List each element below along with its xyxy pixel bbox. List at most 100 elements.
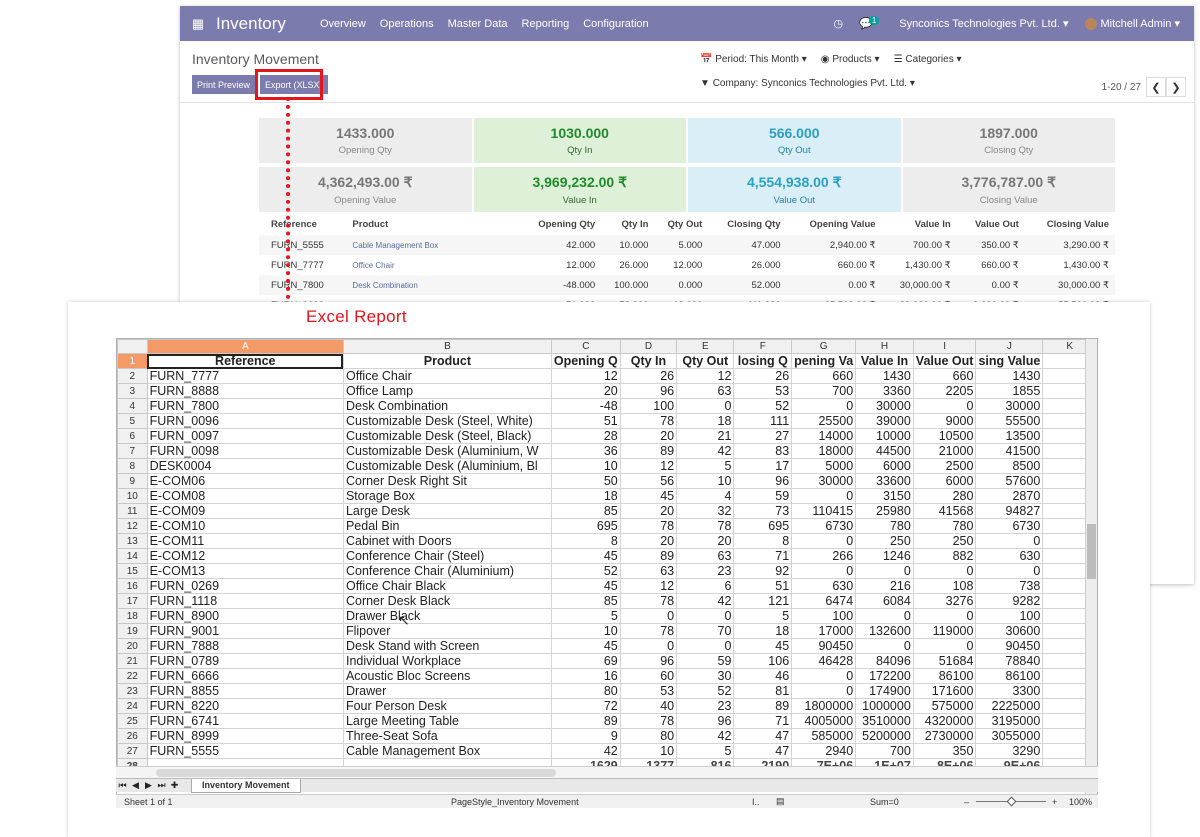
cell[interactable]: E-COM06 <box>146 473 344 489</box>
cell[interactable]: 0 <box>791 683 857 699</box>
cell[interactable]: 266 <box>791 548 857 564</box>
cell[interactable]: 250 <box>912 533 977 549</box>
horizontal-scroll-thumb[interactable] <box>156 769 556 777</box>
header-cell[interactable]: losing Q <box>733 353 793 369</box>
cell[interactable]: Customizable Desk (Steel, White) <box>342 413 552 429</box>
cell[interactable]: 100 <box>975 608 1044 624</box>
cell[interactable]: 0 <box>855 563 914 579</box>
print-preview-button[interactable]: Print Preview <box>192 75 256 94</box>
cell[interactable]: 0 <box>912 398 977 414</box>
row-header[interactable]: 12 <box>117 518 148 534</box>
cell[interactable]: 9282 <box>975 593 1044 609</box>
cell[interactable]: 51 <box>550 413 621 429</box>
row-header[interactable]: 17 <box>117 593 148 609</box>
col-product[interactable]: Product <box>352 215 518 235</box>
row-header[interactable]: 26 <box>117 728 148 744</box>
cell[interactable]: FURN_6666 <box>146 668 344 684</box>
cell[interactable]: 780 <box>912 518 977 534</box>
cell[interactable]: 10 <box>676 473 735 489</box>
cell[interactable]: 84096 <box>855 653 914 669</box>
cell[interactable]: 12 <box>550 368 621 384</box>
cell[interactable]: Customizable Desk (Aluminium, Bl <box>342 458 552 474</box>
col-value-in[interactable]: Value In <box>882 215 957 235</box>
col-opening-qty[interactable]: Opening Qty <box>518 215 601 235</box>
cell[interactable]: Conference Chair (Steel) <box>342 548 552 564</box>
cell[interactable]: 96 <box>619 653 678 669</box>
cell[interactable]: 20 <box>619 533 678 549</box>
cell[interactable]: FURN_5555 <box>146 743 344 759</box>
pager-value[interactable]: 1-20 / 27 <box>1102 82 1141 93</box>
cell[interactable]: Individual Workplace <box>342 653 552 669</box>
cell[interactable]: 111 <box>733 413 793 429</box>
cell[interactable]: 63 <box>676 383 735 399</box>
cell[interactable]: 12 <box>619 578 678 594</box>
row-header[interactable]: 23 <box>117 683 148 699</box>
cell[interactable]: E-COM10 <box>146 518 344 534</box>
cell[interactable]: 94827 <box>975 503 1044 519</box>
menu-operations[interactable]: Operations <box>380 18 434 30</box>
cell[interactable]: 78 <box>619 413 678 429</box>
cell[interactable]: 0 <box>855 608 914 624</box>
cell[interactable]: Four Person Desk <box>342 698 552 714</box>
cell[interactable]: 1430 <box>855 368 914 384</box>
cell[interactable]: 660 <box>912 368 977 384</box>
cell[interactable]: 33600 <box>855 473 914 489</box>
row-header[interactable]: 3 <box>117 383 148 399</box>
products-filter[interactable]: ◉ Products ▾ <box>821 54 880 65</box>
cell[interactable]: FURN_0098 <box>146 443 344 459</box>
header-cell[interactable]: Value Out <box>912 353 977 369</box>
vertical-scrollbar[interactable] <box>1085 339 1097 807</box>
row-header[interactable]: 16 <box>117 578 148 594</box>
cell[interactable]: 46 <box>733 668 793 684</box>
cell[interactable]: 9 <box>550 728 621 744</box>
cell[interactable]: 3510000 <box>855 713 914 729</box>
cell[interactable]: Large Desk <box>342 503 552 519</box>
cell[interactable]: 1430 <box>975 368 1044 384</box>
cell[interactable]: 26 <box>733 368 793 384</box>
cell[interactable]: 9000 <box>912 413 977 429</box>
cell[interactable]: 0 <box>676 608 735 624</box>
cell[interactable]: 56 <box>619 473 678 489</box>
cell[interactable]: 280 <box>912 488 977 504</box>
row-header[interactable]: 14 <box>117 548 148 564</box>
cell[interactable]: FURN_7777 <box>146 368 344 384</box>
cell[interactable]: 119000 <box>912 623 977 639</box>
cell[interactable]: 5 <box>550 608 621 624</box>
cell[interactable]: FURN_8888 <box>146 383 344 399</box>
cell[interactable]: 13500 <box>975 428 1044 444</box>
cell[interactable]: 17 <box>733 458 793 474</box>
col-qty-in[interactable]: Qty In <box>601 215 654 235</box>
cell[interactable]: 89 <box>733 698 793 714</box>
cell[interactable]: FURN_8220 <box>146 698 344 714</box>
cell[interactable]: 18000 <box>791 443 857 459</box>
cell[interactable]: 5 <box>676 458 735 474</box>
cell[interactable]: Drawer <box>342 683 552 699</box>
cell[interactable]: 4320000 <box>912 713 977 729</box>
cell[interactable]: 575000 <box>912 698 977 714</box>
cell[interactable]: 0 <box>855 638 914 654</box>
cell[interactable]: 85 <box>550 503 621 519</box>
cell[interactable]: FURN_7888 <box>146 638 344 654</box>
cell[interactable]: 17000 <box>791 623 857 639</box>
cell[interactable]: 10000 <box>855 428 914 444</box>
cell[interactable]: 78 <box>619 593 678 609</box>
pager-previous-button[interactable]: ❮ <box>1146 77 1166 97</box>
cell[interactable]: 96 <box>619 383 678 399</box>
row-header[interactable]: 2 <box>117 368 148 384</box>
cell[interactable]: 6084 <box>855 593 914 609</box>
cell[interactable]: 100 <box>791 608 857 624</box>
cell[interactable]: Conference Chair (Aluminium) <box>342 563 552 579</box>
cell[interactable]: 5200000 <box>855 728 914 744</box>
cell[interactable]: 44500 <box>855 443 914 459</box>
cell[interactable]: 6730 <box>791 518 857 534</box>
col-closing-qty[interactable]: Closing Qty <box>708 215 786 235</box>
menu-reporting[interactable]: Reporting <box>522 18 570 30</box>
cell[interactable]: Acoustic Bloc Screens <box>342 668 552 684</box>
cell[interactable]: Office Chair <box>342 368 552 384</box>
cell[interactable]: 882 <box>912 548 977 564</box>
cell[interactable]: FURN_6741 <box>146 713 344 729</box>
cell[interactable]: 57600 <box>975 473 1044 489</box>
cell[interactable]: Corner Desk Right Sit <box>342 473 552 489</box>
cell[interactable]: 2870 <box>975 488 1044 504</box>
cell[interactable]: 6730 <box>975 518 1044 534</box>
